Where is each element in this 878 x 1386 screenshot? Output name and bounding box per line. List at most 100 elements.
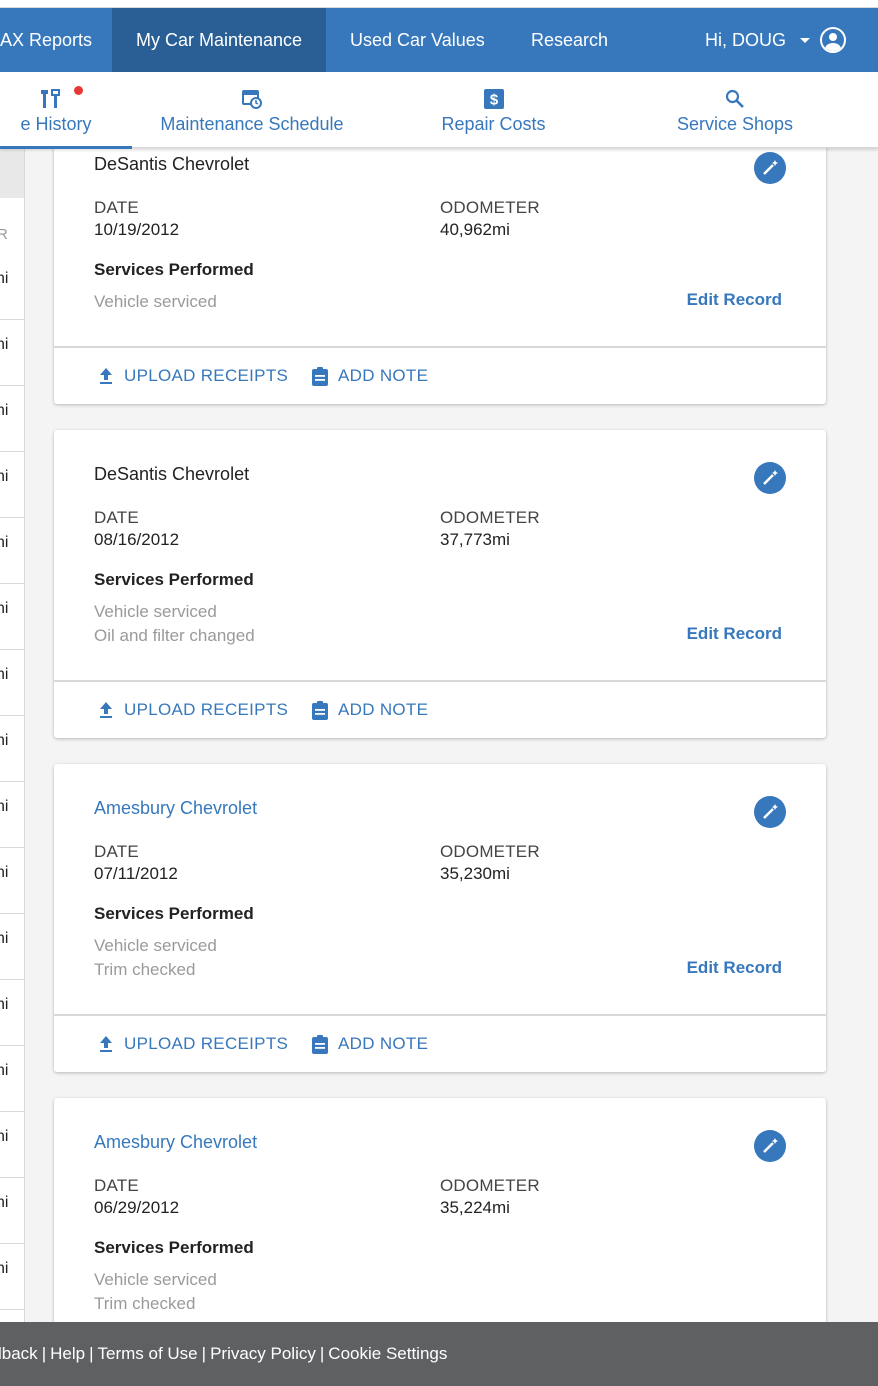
services-performed-heading: Services Performed — [94, 570, 254, 589]
odometer-label: ODOMETER — [440, 1176, 540, 1195]
magic-wand-icon[interactable] — [754, 796, 786, 828]
service-item: Vehicle serviced — [94, 602, 217, 621]
table-cell: ni — [0, 732, 9, 749]
add-note-button[interactable]: ADD NOTE — [310, 366, 428, 386]
card-divider — [54, 680, 826, 682]
tab-maintenance-schedule[interactable]: Maintenance Schedule — [150, 72, 354, 148]
service-record-card: Amesbury Chevrolet DATE 06/29/2012 ODOME… — [54, 1098, 826, 1358]
table-row[interactable]: ni — [0, 980, 24, 1046]
date-label: DATE — [94, 198, 139, 217]
maintenance-subnav: e History Maintenance Schedule $ Repair … — [0, 72, 878, 149]
upload-receipts-button[interactable]: UPLOAD RECEIPTS — [96, 366, 288, 386]
add-note-label: ADD NOTE — [338, 366, 429, 385]
table-row[interactable]: ni — [0, 1178, 24, 1244]
magic-wand-icon[interactable] — [754, 1130, 786, 1162]
services-performed-heading: Services Performed — [94, 1238, 254, 1257]
table-row[interactable]: ni — [0, 386, 24, 452]
tab-service-history[interactable]: e History — [0, 72, 132, 149]
table-row[interactable]: ni — [0, 452, 24, 518]
upload-icon — [100, 368, 112, 384]
tab-maintenance-schedule-label: Maintenance Schedule — [160, 114, 344, 134]
odometer-label: ODOMETER — [440, 198, 540, 217]
nav-used-car-values[interactable]: Used Car Values — [350, 8, 485, 72]
table-cell: ni — [0, 798, 9, 815]
odometer-label: ODOMETER — [440, 842, 540, 861]
upload-receipts-button[interactable]: UPLOAD RECEIPTS — [96, 1034, 288, 1054]
add-note-label: ADD NOTE — [338, 700, 429, 719]
table-cell: ni — [0, 930, 9, 947]
add-note-button[interactable]: ADD NOTE — [310, 700, 428, 720]
footer-link-help[interactable]: Help — [50, 1344, 85, 1363]
nav-used-car-values-label: Used Car Values — [350, 30, 485, 50]
service-date: 08/16/2012 — [94, 530, 180, 549]
table-column-header: R — [0, 226, 8, 243]
service-item: Vehicle serviced — [94, 1270, 217, 1289]
table-header-strip — [0, 148, 24, 198]
add-note-label: ADD NOTE — [338, 1034, 429, 1053]
table-row[interactable]: ni — [0, 914, 24, 980]
service-record-card: DeSantis Chevrolet DATE 10/19/2012 ODOME… — [54, 120, 826, 404]
table-row[interactable]: ni — [0, 848, 24, 914]
edit-record-link[interactable]: Edit Record — [687, 290, 782, 310]
add-note-button[interactable]: ADD NOTE — [310, 1034, 428, 1054]
dollar-icon: $ — [483, 88, 505, 115]
service-item: Trim checked — [94, 960, 196, 979]
edit-record-link[interactable]: Edit Record — [687, 958, 782, 978]
edit-record-link[interactable]: Edit Record — [687, 624, 782, 644]
clipboard-icon — [312, 1035, 328, 1054]
tab-service-history-label: e History — [20, 114, 92, 134]
upload-receipts-button[interactable]: UPLOAD RECEIPTS — [96, 700, 288, 720]
shop-name-link[interactable]: Amesbury Chevrolet — [94, 1132, 257, 1153]
footer-separator: | — [89, 1344, 94, 1363]
odometer-value: 37,773mi — [440, 530, 510, 549]
date-label: DATE — [94, 842, 139, 861]
service-record-card: DeSantis Chevrolet DATE 08/16/2012 ODOME… — [54, 430, 826, 738]
table-row[interactable]: ni — [0, 650, 24, 716]
table-row[interactable]: ni — [0, 716, 24, 782]
tab-repair-costs-label: Repair Costs — [441, 114, 546, 134]
table-cell: ni — [0, 864, 9, 881]
table-row[interactable]: ni — [0, 584, 24, 650]
tab-service-shops[interactable]: Service Shops — [664, 72, 806, 148]
footer-link-cookie-settings[interactable]: Cookie Settings — [328, 1344, 447, 1363]
table-cell: ni — [0, 534, 9, 551]
footer-link-terms[interactable]: Terms of Use — [98, 1344, 198, 1363]
calendar-clock-icon — [241, 88, 263, 115]
table-row[interactable]: ni — [0, 518, 24, 584]
nav-carfax-reports[interactable]: AX Reports — [0, 8, 112, 72]
table-cell: ni — [0, 996, 9, 1013]
user-avatar-icon — [820, 27, 846, 53]
table-row[interactable]: ni — [0, 782, 24, 848]
nav-research-label: Research — [531, 30, 609, 50]
tab-service-shops-label: Service Shops — [676, 114, 794, 134]
footer-separator: | — [41, 1344, 47, 1363]
date-label: DATE — [94, 508, 139, 527]
upload-icon — [100, 1036, 112, 1052]
table-row[interactable]: ni — [0, 1046, 24, 1112]
magic-wand-icon[interactable] — [754, 462, 786, 494]
top-strip — [0, 0, 878, 8]
footer-link-privacy[interactable]: Privacy Policy — [210, 1344, 316, 1363]
magic-wand-icon[interactable] — [754, 152, 786, 184]
upload-icon — [100, 702, 112, 718]
table-cell: ni — [0, 270, 9, 287]
footer-link-feedback[interactable]: lback — [0, 1344, 38, 1363]
service-item: Oil and filter changed — [94, 626, 255, 645]
clipboard-icon — [312, 367, 328, 386]
nav-research[interactable]: Research — [531, 8, 608, 72]
table-row[interactable]: ni — [0, 320, 24, 386]
user-menu[interactable]: Hi, DOUG — [705, 8, 846, 72]
table-row[interactable]: ni — [0, 1112, 24, 1178]
table-row[interactable]: ni — [0, 254, 24, 320]
table-cell: ni — [0, 402, 9, 419]
clipboard-icon — [312, 701, 328, 720]
shop-name-link[interactable]: Amesbury Chevrolet — [94, 798, 257, 819]
table-row[interactable]: ni — [0, 1244, 24, 1310]
upload-receipts-label: UPLOAD RECEIPTS — [124, 700, 289, 719]
nav-my-car-maintenance[interactable]: My Car Maintenance — [112, 8, 326, 72]
search-icon — [724, 88, 746, 115]
service-item: Vehicle serviced — [94, 936, 217, 955]
tab-repair-costs[interactable]: $ Repair Costs — [420, 72, 567, 148]
tools-icon — [40, 88, 64, 115]
odometer-value: 35,224mi — [440, 1198, 510, 1217]
